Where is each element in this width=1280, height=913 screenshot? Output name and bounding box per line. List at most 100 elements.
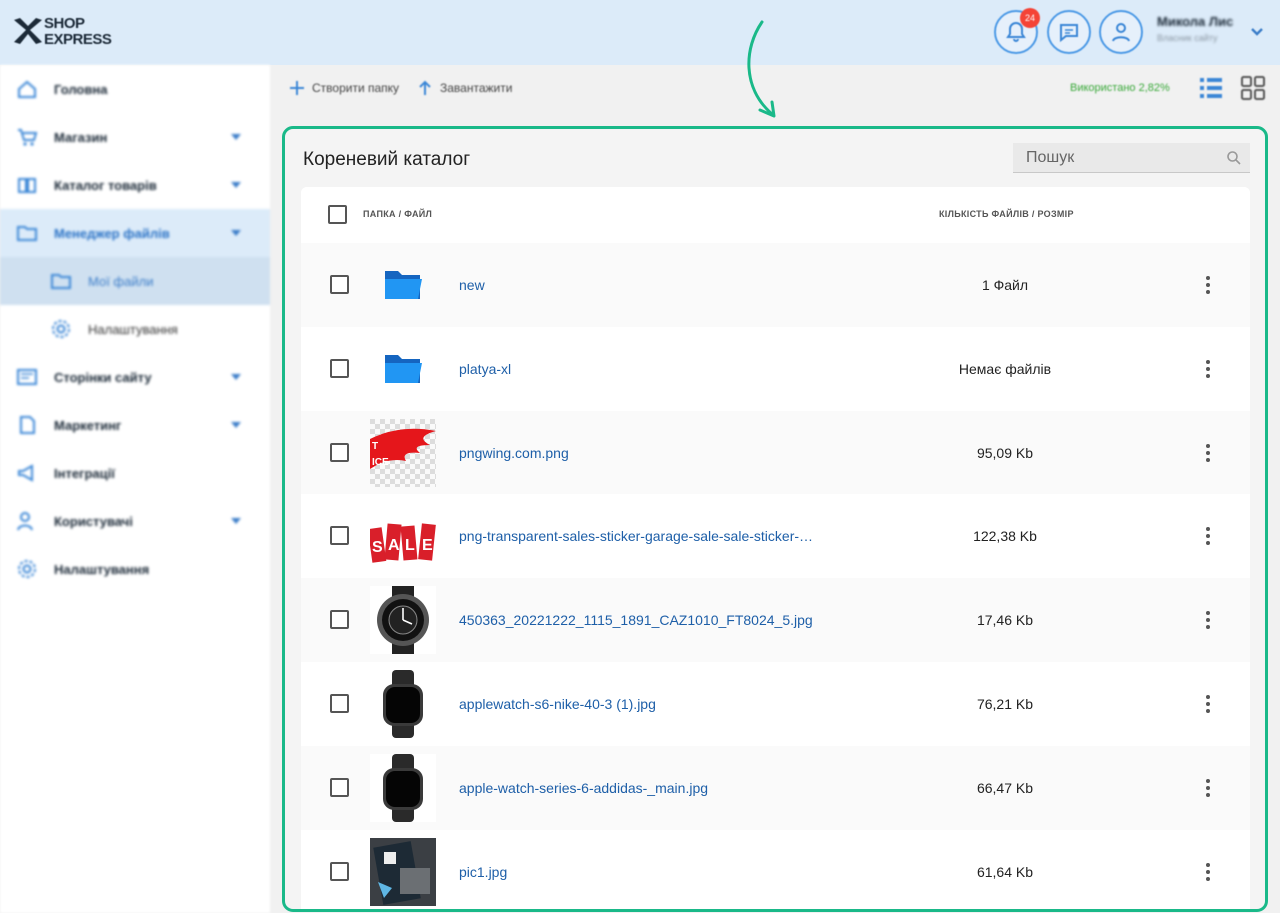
file-name-link[interactable]: applewatch-s6-nike-40-3 (1).jpg [459,696,656,712]
caret-down-icon [231,182,241,188]
logo[interactable]: SHOP EXPRESS [12,14,122,54]
more-options-icon[interactable] [1196,776,1220,800]
grid-view-icon[interactable] [1240,75,1266,101]
sidebar-item-4[interactable]: Мої файли [0,257,270,305]
profile-button[interactable] [1099,10,1143,54]
user-name: Микола Лис [1157,14,1234,29]
sidebar-item-2[interactable]: Каталог товарів [0,161,270,209]
search-input[interactable] [1013,143,1250,172]
table-row[interactable]: S A L E png-transparent-sales-sticker-garage… [301,494,1250,579]
users-icon [17,512,33,531]
svg-text:S: S [372,539,383,556]
file-name-link[interactable]: 450363_20221222_1115_1891_CAZ1010_FT8024… [459,612,813,628]
sidebar-item-8[interactable]: Інтеграції [0,449,270,497]
file-name-link[interactable]: apple-watch-series-6-addidas-_main.jpg [459,780,708,796]
svg-text:E: E [422,537,433,554]
sidebar-item-5[interactable]: Налаштування [0,305,270,353]
table-row[interactable]: apple-watch-series-6-addidas-_main.jpg 66… [301,745,1250,830]
sidebar-item-label: Менеджер файлів [54,225,170,241]
row-checkbox[interactable] [330,610,349,630]
sidebar-item-label: Каталог товарів [54,177,157,193]
file-list: new 1 Файл platya-xl Немає файлів T ICE pngwin… [301,243,1250,909]
list-view-icon[interactable] [1198,75,1224,101]
table-row[interactable]: pic1.jpg 61,64 Kb [301,829,1250,909]
more-options-icon[interactable] [1196,860,1220,884]
annotation-arrow-icon [747,20,776,118]
row-checkbox[interactable] [330,358,349,378]
notifications-button[interactable]: 24 [994,8,1040,54]
search-field[interactable] [1013,143,1250,173]
marketing-icon [20,416,35,434]
messages-button[interactable] [1047,10,1091,54]
file-name-link[interactable]: pngwing.com.png [459,445,569,461]
caret-down-icon [231,134,241,140]
chevron-down-icon[interactable] [1250,27,1264,37]
more-options-icon[interactable] [1196,441,1220,465]
create-folder-button[interactable]: Створити папку [288,79,399,97]
file-thumbnail [370,586,436,655]
file-size: 95,09 Kb [976,444,1034,461]
row-checkbox[interactable] [330,526,349,546]
file-name-link[interactable]: platya-xl [459,361,511,377]
file-thumbnail [370,669,436,738]
gear-icon [18,560,36,578]
notification-badge: 24 [1020,8,1040,28]
folder-icon [51,274,71,289]
cart-icon [18,129,38,146]
table-row[interactable]: platya-xl Немає файлів [301,326,1250,411]
sidebar-item-9[interactable]: Користувачі [0,497,270,545]
more-options-icon[interactable] [1196,524,1220,548]
file-thumbnail: SALE [370,502,436,571]
pages-icon [17,369,37,385]
logo-line1: SHOP [44,15,85,32]
logo-icon [14,18,42,44]
table-row[interactable]: 450363_20221222_1115_1891_CAZ1010_FT8024… [301,578,1250,662]
sidebar-item-3[interactable]: Менеджер файлів [0,209,270,257]
search-icon[interactable] [1226,150,1242,166]
row-checkbox[interactable] [330,777,349,797]
caret-down-icon [231,374,241,380]
chat-icon [1060,24,1078,43]
select-all-checkbox[interactable] [328,205,347,224]
create-folder-label: Створити папку [312,81,400,95]
user-icon [1112,23,1130,42]
file-size: 66,47 Kb [976,779,1034,796]
row-checkbox[interactable] [330,442,349,462]
sidebar-item-label: Користувачі [54,513,133,529]
folder-icon [370,251,436,319]
upload-button[interactable]: Завантажити [416,79,512,97]
more-options-icon[interactable] [1196,357,1220,381]
file-name-link[interactable]: new [459,277,485,293]
table-row[interactable]: T ICE pngwing.com.png 95,09 Kb [301,410,1250,495]
sidebar-item-0[interactable]: Головна [0,65,270,113]
plus-icon [290,81,304,95]
folder-icon [17,226,37,241]
more-options-icon[interactable] [1196,608,1220,632]
file-name-link[interactable]: pic1.jpg [459,864,507,880]
file-thumbnail [370,753,436,822]
file-name-link[interactable]: png-transparent-sales-sticker-garage-sal… [459,528,819,544]
sidebar-item-1[interactable]: Магазин [0,113,270,161]
table-row[interactable]: applewatch-s6-nike-40-3 (1).jpg 76,21 Kb [301,661,1250,746]
svg-text:L: L [405,537,415,554]
row-checkbox[interactable] [330,693,349,713]
more-options-icon[interactable] [1196,273,1220,297]
folder-icon [370,335,436,403]
file-thumbnail: T ICE [370,418,436,487]
row-checkbox[interactable] [330,861,349,881]
file-size: 76,21 Kb [976,695,1034,712]
sidebar-item-6[interactable]: Сторінки сайту [0,353,270,401]
user-info[interactable]: Микола Лис Власник сайту [1157,14,1233,43]
sidebar-item-label: Налаштування [54,561,150,577]
sidebar-item-7[interactable]: Маркетинг [0,401,270,449]
row-checkbox[interactable] [330,275,349,294]
sidebar-item-10[interactable]: Налаштування [0,545,270,593]
sidebar-item-label: Магазин [54,129,108,145]
upload-label: Завантажити [440,81,513,95]
caret-down-icon [231,422,241,428]
file-thumbnail [370,837,436,906]
page-title: Кореневий каталог [303,149,471,170]
more-options-icon[interactable] [1196,692,1220,716]
table-row[interactable]: new 1 Файл [301,243,1250,327]
sidebar-item-label: Головна [54,81,108,97]
